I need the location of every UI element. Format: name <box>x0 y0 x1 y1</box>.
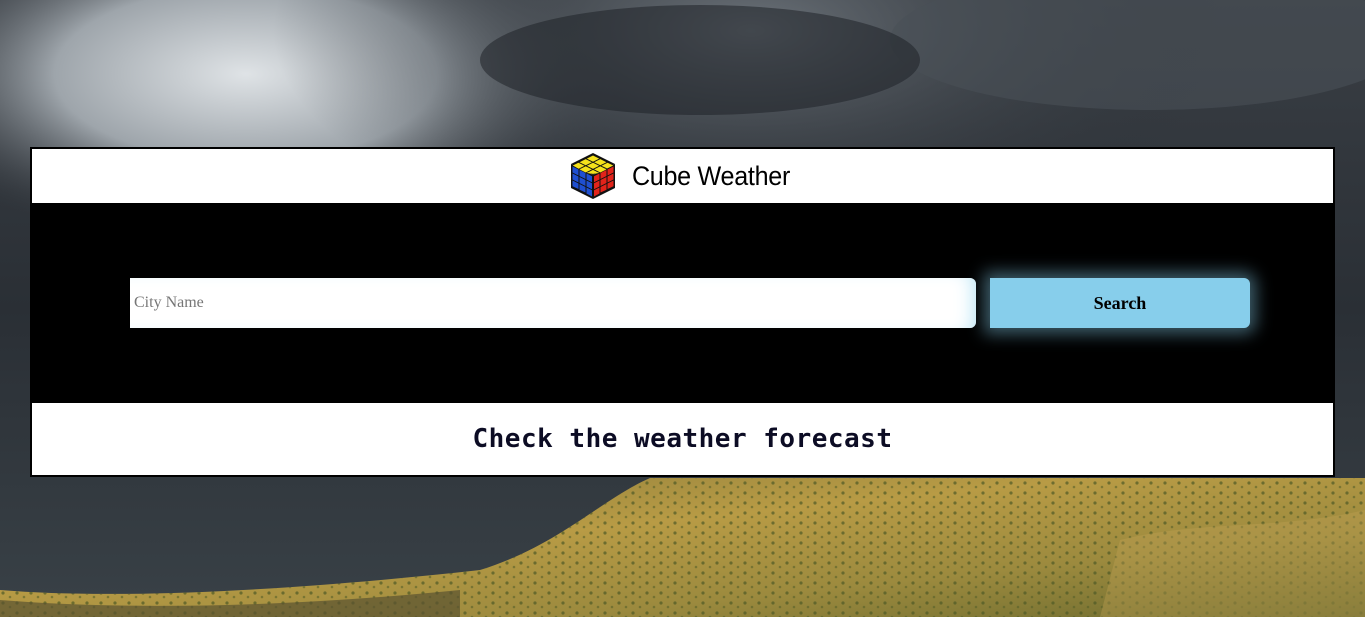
tagline-text: Check the weather forecast <box>472 424 893 454</box>
tagline-section: Check the weather forecast <box>32 403 1333 475</box>
search-button[interactable]: Search <box>990 278 1250 328</box>
search-band: Search <box>32 203 1333 403</box>
rubiks-cube-icon <box>571 153 616 199</box>
app-header: Cube Weather <box>32 149 1333 203</box>
weather-card: Cube Weather Search Check the weather fo… <box>30 147 1335 477</box>
app-title: Cube Weather <box>632 160 791 191</box>
city-name-input[interactable] <box>130 278 976 328</box>
